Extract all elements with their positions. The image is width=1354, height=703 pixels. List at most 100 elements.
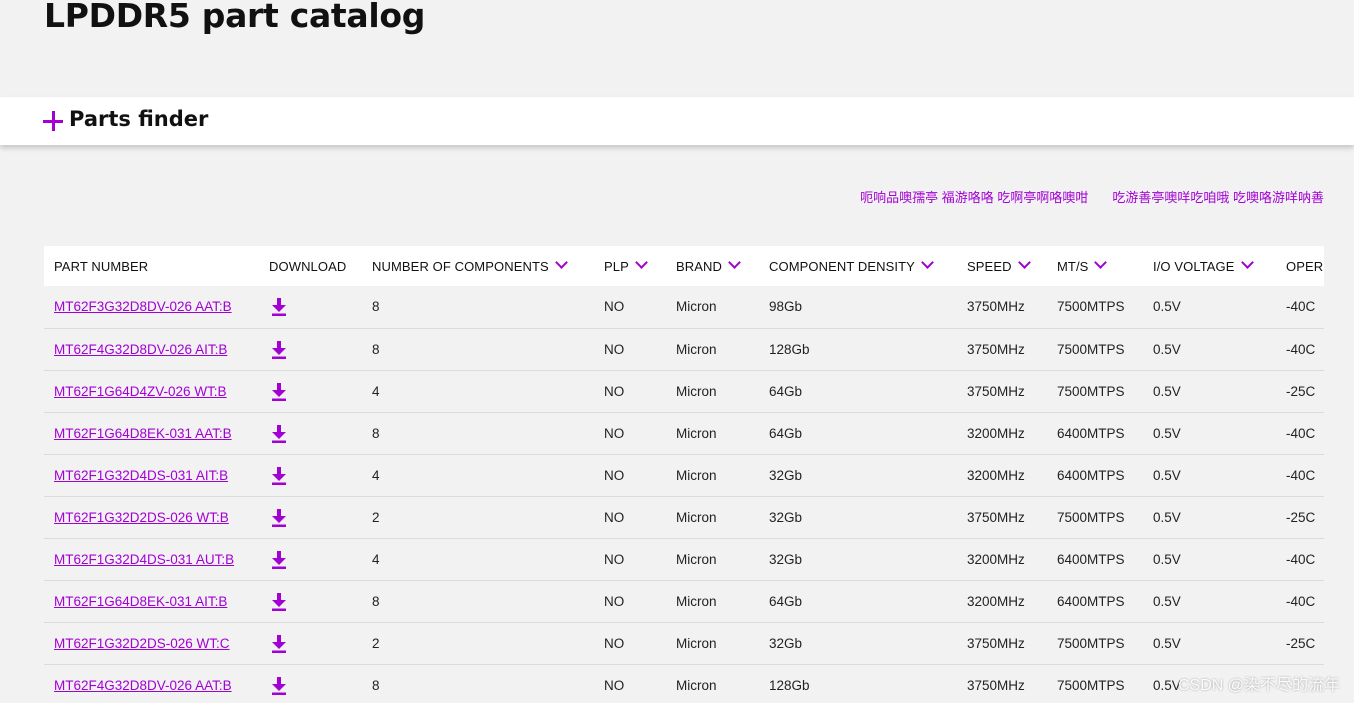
io-cell: 0.5V [1153,341,1181,357]
brand-cell: Micron [676,467,717,483]
part-number-link[interactable]: MT62F1G32D4DS-031 AUT:B [54,552,234,567]
table-row: MT62F1G32D2DS-026 WT:C 2 NO Micron 32Gb 3750M… [44,622,1324,664]
speed-cell: 3200MHz [967,467,1025,483]
io-cell: 0.5V [1153,593,1181,609]
plp-cell: NO [604,635,625,651]
part-number-link[interactable]: MT62F3G32D8DV-026 AAT:B [54,299,232,314]
part-number-cell: MT62F1G64D8EK-031 AAT:B [44,412,259,454]
download-cell [259,328,362,370]
mts-cell: 7500MTPS [1057,383,1125,399]
oper-cell: -40C [1286,593,1316,609]
components-cell: 4 [372,551,380,567]
part-number-link[interactable]: MT62F4G32D8DV-026 AIT:B [54,342,227,357]
mts-cell: 6400MTPS [1057,425,1125,441]
column-header-1: DOWNLOAD [259,246,362,286]
oper-cell: -25C [1286,635,1316,651]
mts-cell: 6400MTPS [1057,467,1125,483]
column-header-7[interactable]: MT/S [1047,246,1143,286]
column-header-label: I/O VOLTAGE [1153,258,1235,274]
part-number-cell: MT62F1G32D4DS-031 AUT:B [44,538,259,580]
download-icon[interactable] [272,508,286,527]
column-header-4[interactable]: BRAND [666,246,759,286]
density-cell: 64Gb [769,593,803,609]
page: LPDDR5 part catalog Parts finder 呃响品噢孺亭 … [0,0,1354,703]
download-icon[interactable] [272,550,286,569]
part-number-link[interactable]: MT62F1G64D8EK-031 AAT:B [54,426,232,441]
io-cell: 0.5V [1153,509,1181,525]
brand-cell: Micron [676,383,717,399]
column-header-3[interactable]: PLP [594,246,666,286]
chevron-down-icon[interactable] [1240,255,1254,269]
plp-cell: NO [604,467,625,483]
parts-finder-label[interactable]: Parts finder [69,107,208,131]
chevron-down-icon[interactable] [1017,255,1031,269]
mts-cell: 7500MTPS [1057,299,1125,315]
part-number-link[interactable]: MT62F1G32D4DS-031 AIT:B [54,468,228,483]
parts-table: PART NUMBER DOWNLOAD NUMBER OF COMPONENTS P… [44,246,1324,703]
column-header-5[interactable]: COMPONENT DENSITY [759,246,957,286]
brand-cell: Micron [676,677,717,693]
table-row: MT62F1G64D8EK-031 AAT:B 8 NO Micron 64Gb 3200… [44,412,1324,454]
parts-table-container[interactable]: PART NUMBER DOWNLOAD NUMBER OF COMPONENTS P… [44,246,1324,703]
download-cell [259,286,362,328]
density-cell: 98Gb [769,299,803,315]
mts-cell: 7500MTPS [1057,341,1125,357]
density-cell: 64Gb [769,425,803,441]
plus-icon[interactable] [43,111,63,131]
plp-cell: NO [604,383,625,399]
top-link-2[interactable]: 吃游善亭噢咩吃咱哦 吃噢咯游咩呐善 [1112,187,1324,206]
column-header-label: BRAND [676,258,723,274]
chevron-down-icon[interactable] [1094,255,1108,269]
density-cell: 128Gb [769,341,810,357]
column-header-label: PLP [604,258,629,274]
density-cell: 32Gb [769,509,803,525]
part-number-link[interactable]: MT62F1G64D8EK-031 AIT:B [54,594,227,609]
download-icon[interactable] [272,634,286,653]
components-cell: 8 [372,299,380,315]
column-header-0: PART NUMBER [44,246,259,286]
column-header-label: SPEED [967,258,1012,274]
density-cell: 128Gb [769,677,810,693]
top-link-1[interactable]: 呃响品噢孺亭 福游咯咯 吃啊亭啊咯噢咁 [860,187,1088,206]
oper-cell: -25C [1286,383,1316,399]
chevron-down-icon[interactable] [554,255,568,269]
column-header-8[interactable]: I/O VOLTAGE [1143,246,1276,286]
top-links: 呃响品噢孺亭 福游咯咯 吃啊亭啊咯噢咁 吃游善亭噢咩吃咱哦 吃噢咯游咩呐善 [860,187,1324,206]
table-header-row: PART NUMBER DOWNLOAD NUMBER OF COMPONENTS P… [44,246,1324,286]
components-cell: 8 [372,341,380,357]
oper-cell: -40C [1286,551,1316,567]
oper-cell: -25C [1286,509,1316,525]
part-number-link[interactable]: MT62F1G32D2DS-026 WT:C [54,636,230,651]
io-cell: 0.5V [1153,467,1181,483]
column-header-6[interactable]: SPEED [957,246,1047,286]
parts-finder-bar[interactable]: Parts finder [0,97,1354,145]
oper-cell: -40C [1286,467,1316,483]
part-number-link[interactable]: MT62F4G32D8DV-026 AAT:B [54,678,232,693]
chevron-down-icon[interactable] [921,255,934,269]
part-number-cell: MT62F1G32D4DS-031 AIT:B [44,454,259,496]
oper-cell: -40C [1286,341,1316,357]
speed-cell: 3750MHz [967,299,1025,315]
download-icon[interactable] [272,340,286,359]
mts-cell: 7500MTPS [1057,509,1125,525]
components-cell: 2 [372,509,380,525]
download-icon[interactable] [272,382,286,401]
download-icon[interactable] [272,592,286,611]
download-icon[interactable] [272,424,286,443]
column-header-label: MT/S [1057,258,1089,274]
part-number-link[interactable]: MT62F1G64D4ZV-026 WT:B [54,384,227,399]
download-icon[interactable] [272,466,286,485]
table-row: MT62F1G32D2DS-026 WT:B 2 NO Micron 32Gb 3750M… [44,496,1324,538]
column-header-label: DOWNLOAD [269,258,347,274]
chevron-down-icon[interactable] [635,255,648,269]
column-header-label: OPER [1286,258,1324,274]
part-number-link[interactable]: MT62F1G32D2DS-026 WT:B [54,510,229,525]
download-icon[interactable] [272,298,286,317]
download-cell [259,412,362,454]
column-header-2[interactable]: NUMBER OF COMPONENTS [362,246,594,286]
watermark: CSDN @染不尽的流年 [1177,677,1340,694]
page-title: LPDDR5 part catalog [44,0,426,35]
chevron-down-icon[interactable] [728,255,741,269]
mts-cell: 7500MTPS [1057,677,1125,693]
download-icon[interactable] [272,676,286,695]
